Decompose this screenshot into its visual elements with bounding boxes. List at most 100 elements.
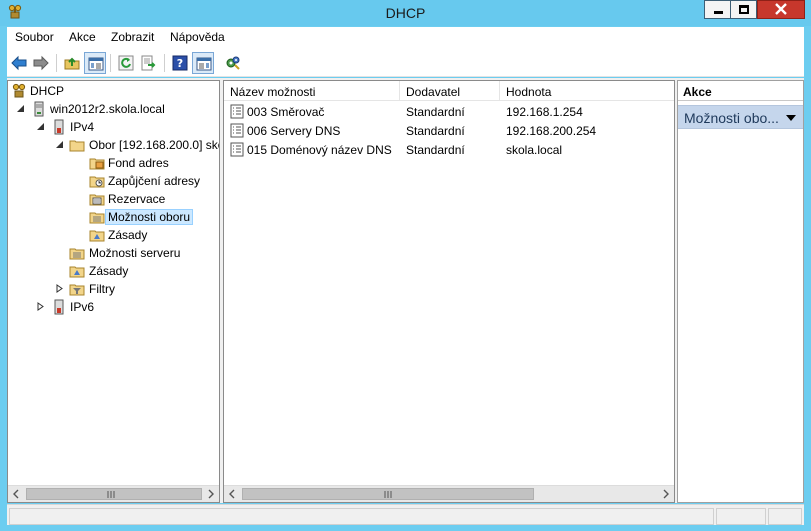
menu-napoveda[interactable]: Nápověda: [170, 30, 225, 44]
title-bar: DHCP: [0, 0, 811, 26]
table-row[interactable]: 003 Směrovač Standardní 192.168.1.254: [224, 102, 674, 121]
ipv6-icon: [54, 299, 64, 315]
expanded-arrow-icon[interactable]: [55, 140, 64, 149]
chevron-left-icon: [229, 489, 235, 499]
status-bar: [7, 504, 804, 525]
tree-horizontal-scrollbar[interactable]: [8, 485, 219, 502]
vendor-cell: Standardní: [406, 143, 465, 157]
help-icon: ?: [172, 55, 188, 71]
chevron-down-icon[interactable]: [786, 115, 796, 121]
address-leases-icon: [89, 176, 105, 188]
collapsed-arrow-icon[interactable]: [55, 284, 64, 293]
expanded-arrow-icon[interactable]: [36, 122, 45, 131]
table-row[interactable]: 015 Doménový název DNS Standardní skola.…: [224, 140, 674, 159]
table-row[interactable]: 006 Servery DNS Standardní 192.168.200.2…: [224, 121, 674, 140]
ipv4-icon: [54, 119, 64, 135]
tree-node-server[interactable]: win2012r2.skola.local: [8, 100, 218, 118]
tree-label: Zapůjčení adresy: [108, 174, 201, 188]
tree-node-ipv6[interactable]: IPv6: [8, 298, 218, 316]
minimize-button[interactable]: [704, 0, 731, 19]
dhcp-options-button[interactable]: [222, 52, 244, 74]
menu-soubor[interactable]: Soubor: [15, 30, 54, 44]
close-icon: [775, 3, 787, 15]
value-cell: 192.168.200.254: [506, 124, 597, 138]
chevron-right-icon: [208, 489, 214, 499]
collapsed-arrow-icon[interactable]: [36, 302, 45, 311]
scroll-right-button[interactable]: [202, 486, 219, 502]
option-name-cell: 015 Doménový název DNS: [247, 143, 392, 157]
chevron-left-icon: [13, 489, 19, 499]
actions-header: Akce: [678, 81, 803, 101]
menu-bar: Soubor Akce Zobrazit Nápověda: [7, 27, 804, 49]
scroll-left-button[interactable]: [8, 486, 25, 502]
forward-button[interactable]: [30, 52, 52, 74]
option-item-icon: [230, 142, 244, 157]
tree-node-scope-options[interactable]: Možnosti oboru: [8, 208, 218, 226]
menu-zobrazit[interactable]: Zobrazit: [111, 30, 154, 44]
refresh-button[interactable]: [115, 52, 137, 74]
result-pane: Název možnosti Dodavatel Hodnota 003 Smě…: [223, 80, 675, 503]
maximize-button[interactable]: [730, 0, 757, 19]
column-header-label: Název možnosti: [230, 85, 316, 99]
tree-node-ipv4[interactable]: IPv4: [8, 118, 218, 136]
close-button[interactable]: [757, 0, 805, 19]
tree-label: Fond adres: [108, 156, 169, 170]
dhcp-root-icon: [12, 83, 26, 98]
column-header-vendor[interactable]: Dodavatel: [400, 81, 500, 101]
window-title: DHCP: [385, 5, 426, 21]
status-segment: [9, 508, 714, 525]
address-pool-icon: [89, 158, 105, 170]
tree-label: Možnosti serveru: [89, 246, 181, 260]
tree-node-policies[interactable]: Zásady: [8, 262, 218, 280]
column-header-label: Dodavatel: [406, 85, 461, 99]
list-horizontal-scrollbar[interactable]: [224, 485, 674, 502]
scroll-right-button[interactable]: [657, 486, 674, 502]
show-hide-tree-button[interactable]: [84, 52, 106, 74]
tree-label: Možnosti oboru: [105, 209, 194, 225]
svg-text:?: ?: [177, 57, 183, 70]
tree-node-scope[interactable]: Obor [192.168.200.0] skola: [8, 136, 220, 154]
help-button[interactable]: ?: [169, 52, 191, 74]
tree-node-dhcp[interactable]: DHCP: [8, 82, 218, 100]
tree-node-address-leases[interactable]: Zapůjčení adresy: [8, 172, 218, 190]
vendor-cell: Standardní: [406, 105, 465, 119]
tree-label: Obor [192.168.200.0] skola: [89, 138, 220, 152]
tree-node-server-options[interactable]: Možnosti serveru: [8, 244, 218, 262]
tree-node-address-pool[interactable]: Fond adres: [8, 154, 218, 172]
policies-icon: [69, 266, 85, 278]
chevron-right-icon: [663, 489, 669, 499]
back-arrow-icon: [11, 55, 27, 71]
show-hide-console-tree-icon: [88, 57, 104, 71]
scroll-thumb[interactable]: [26, 488, 202, 500]
tree-node-reservations[interactable]: Rezervace: [8, 190, 218, 208]
dhcp-options-icon: [226, 56, 240, 70]
back-button[interactable]: [8, 52, 30, 74]
actions-group-scope-options[interactable]: Možnosti obo...: [678, 105, 803, 129]
up-level-button[interactable]: [61, 52, 83, 74]
tree-node-scope-policies[interactable]: Zásady: [8, 226, 218, 244]
up-folder-icon: [64, 57, 80, 70]
toolbar-separator: [110, 54, 111, 72]
tree-label: Rezervace: [108, 192, 166, 206]
status-segment: [716, 508, 766, 525]
toolbar: ?: [7, 49, 804, 77]
expanded-arrow-icon[interactable]: [16, 104, 25, 113]
console-tree: DHCP win2012r2.skola.local IPv4 Obor [19…: [7, 80, 220, 503]
folder-icon: [69, 140, 85, 152]
tree-node-filters[interactable]: Filtry: [8, 280, 218, 298]
value-cell: 192.168.1.254: [506, 105, 583, 119]
menu-akce[interactable]: Akce: [69, 30, 96, 44]
scope-options-icon: [89, 212, 105, 224]
column-header-value[interactable]: Hodnota: [500, 81, 674, 101]
scroll-left-button[interactable]: [224, 486, 241, 502]
column-header-option-name[interactable]: Název možnosti: [224, 81, 400, 101]
tree-label: IPv4: [70, 120, 95, 134]
tree-label: Filtry: [89, 282, 115, 296]
export-list-button[interactable]: [138, 52, 160, 74]
show-hide-action-pane-button[interactable]: [192, 52, 214, 74]
mmc-body: DHCP win2012r2.skola.local IPv4 Obor [19…: [7, 78, 804, 503]
show-hide-action-pane-icon: [196, 57, 212, 71]
scroll-thumb[interactable]: [242, 488, 534, 500]
option-item-icon: [230, 104, 244, 119]
tree-label: Zásady: [108, 228, 148, 242]
